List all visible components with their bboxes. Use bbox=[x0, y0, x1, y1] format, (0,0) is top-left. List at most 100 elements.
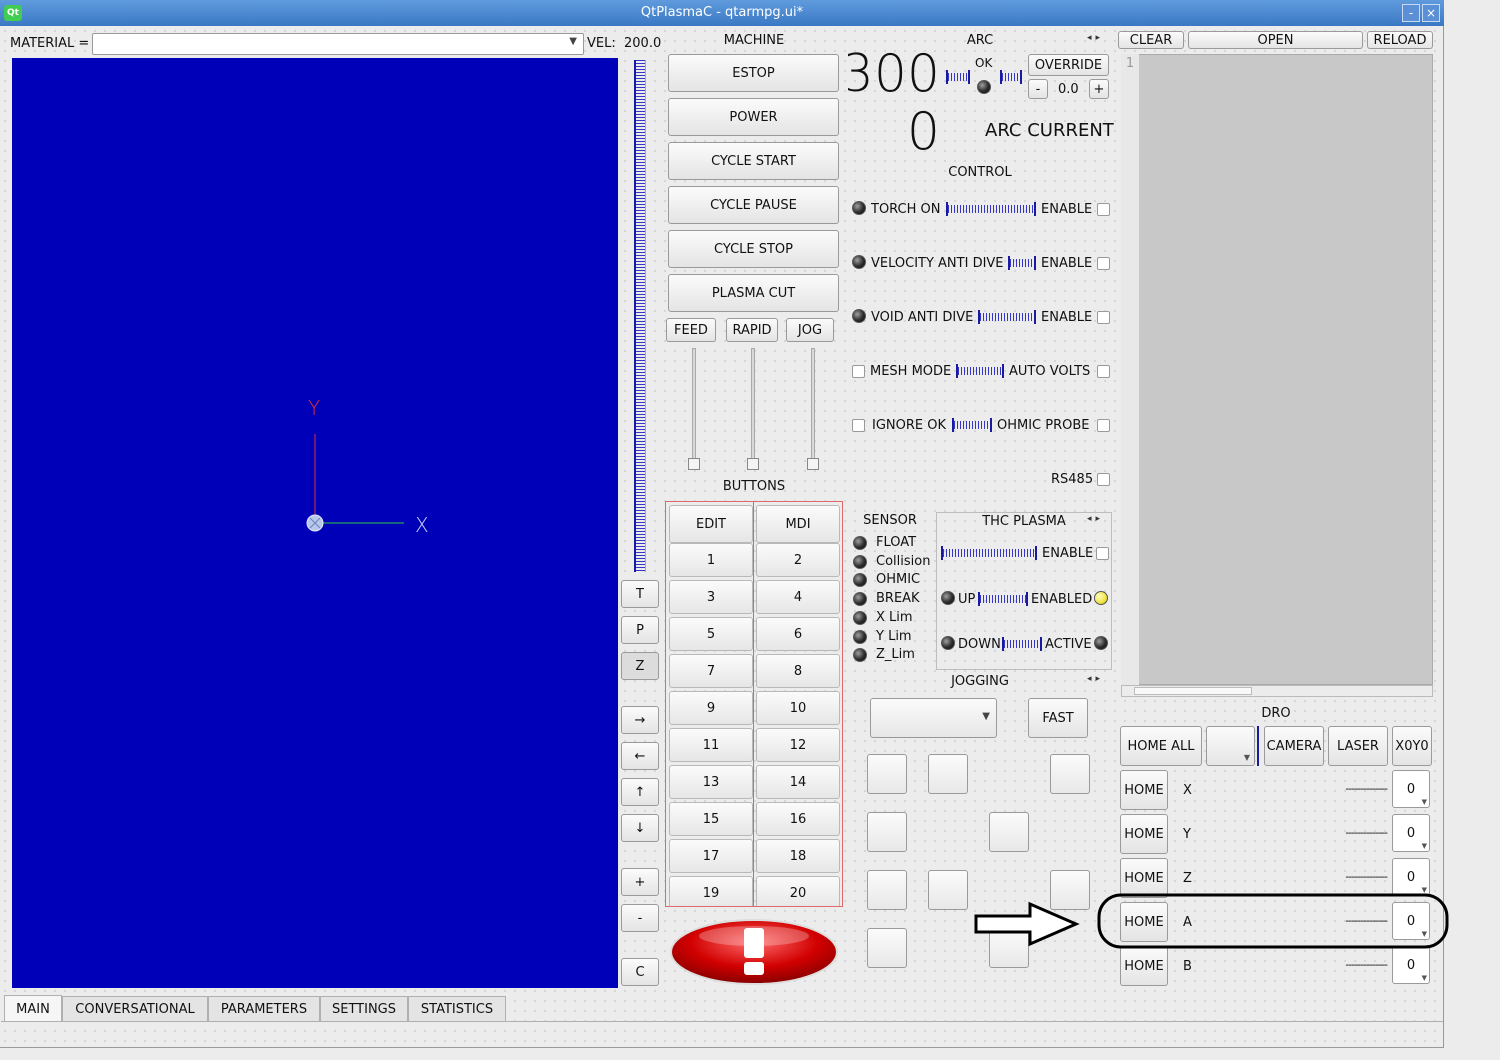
rs485-checkbox[interactable] bbox=[1097, 473, 1110, 486]
dro-offset-spinbox[interactable]: 0 ▼ bbox=[1392, 814, 1430, 852]
edit-button[interactable]: EDIT bbox=[669, 505, 753, 543]
velocity-anti-dive-enable-checkbox[interactable] bbox=[1097, 257, 1110, 270]
auto-volts-checkbox[interactable] bbox=[1097, 365, 1110, 378]
rapid-slider-handle[interactable] bbox=[747, 458, 759, 470]
side-button-p[interactable]: P bbox=[621, 616, 659, 644]
user-button-5[interactable]: 5 bbox=[669, 617, 753, 651]
jog-y-plus-button[interactable] bbox=[928, 754, 968, 794]
dro-offset-spinbox[interactable]: 0 ▼ bbox=[1392, 770, 1430, 808]
user-button-6[interactable]: 6 bbox=[756, 617, 840, 651]
reload-button[interactable]: RELOAD bbox=[1367, 31, 1433, 49]
mesh-mode-checkbox[interactable] bbox=[852, 365, 865, 378]
ohmic-probe-checkbox[interactable] bbox=[1097, 419, 1110, 432]
mdi-button[interactable]: MDI bbox=[756, 505, 840, 543]
close-button[interactable]: × bbox=[1422, 4, 1440, 22]
side-button-c[interactable]: C bbox=[621, 958, 659, 986]
home-all-button[interactable]: HOME ALL bbox=[1120, 726, 1202, 766]
user-button-9[interactable]: 9 bbox=[669, 691, 753, 725]
jog-speed-slider[interactable] bbox=[634, 60, 646, 572]
jog-y-minus-x-minus-button[interactable] bbox=[867, 870, 907, 910]
side-button-right-arrow[interactable]: → bbox=[621, 706, 659, 734]
laser-button[interactable]: LASER bbox=[1328, 726, 1388, 766]
thc-enable-checkbox[interactable] bbox=[1096, 547, 1109, 560]
user-button-15[interactable]: 15 bbox=[669, 802, 753, 836]
ignore-ok-checkbox[interactable] bbox=[852, 419, 865, 432]
cycle-stop-button[interactable]: CYCLE STOP bbox=[668, 230, 839, 268]
window-title-bar[interactable]: Qt QtPlasmaC - qtarmpg.ui* - × bbox=[0, 0, 1444, 26]
feed-slider-handle[interactable] bbox=[688, 458, 700, 470]
home-b-button[interactable]: HOME bbox=[1120, 946, 1168, 986]
torch-on-slider[interactable] bbox=[946, 202, 1036, 216]
jog-x-minus-button[interactable] bbox=[867, 812, 907, 852]
error-indicator[interactable] bbox=[669, 918, 839, 986]
side-button-minus[interactable]: - bbox=[621, 904, 659, 932]
side-button-up-arrow[interactable]: ↑ bbox=[621, 778, 659, 806]
rapid-override-button[interactable]: RAPID bbox=[726, 318, 778, 342]
mesh-mode-slider[interactable] bbox=[956, 364, 1004, 378]
rapid-slider[interactable] bbox=[751, 348, 755, 460]
estop-button[interactable]: ESTOP bbox=[668, 54, 839, 92]
tab-settings[interactable]: SETTINGS bbox=[320, 996, 408, 1021]
open-button[interactable]: OPEN bbox=[1188, 31, 1363, 49]
gcode-editor[interactable] bbox=[1121, 54, 1433, 685]
material-combo[interactable]: ▼ bbox=[92, 33, 584, 55]
arc-threshold-slider[interactable] bbox=[946, 70, 970, 84]
camera-button[interactable]: CAMERA bbox=[1264, 726, 1324, 766]
thc-up-slider[interactable] bbox=[978, 592, 1028, 606]
user-button-13[interactable]: 13 bbox=[669, 765, 753, 799]
home-x-button[interactable]: HOME bbox=[1120, 770, 1168, 810]
jog-y-plus-x-minus-button[interactable] bbox=[867, 754, 907, 794]
tab-main[interactable]: MAIN bbox=[4, 995, 62, 1022]
override-button[interactable]: OVERRIDE bbox=[1028, 54, 1109, 76]
minimize-button[interactable]: - bbox=[1402, 4, 1420, 22]
cycle-pause-button[interactable]: CYCLE PAUSE bbox=[668, 186, 839, 224]
user-button-10[interactable]: 10 bbox=[756, 691, 840, 725]
tab-parameters[interactable]: PARAMETERS bbox=[208, 996, 320, 1021]
cycle-start-button[interactable]: CYCLE START bbox=[668, 142, 839, 180]
user-button-1[interactable]: 1 bbox=[669, 543, 753, 577]
side-button-z[interactable]: Z bbox=[621, 652, 659, 680]
dro-offset-spinbox[interactable]: 0 ▼ bbox=[1392, 858, 1430, 896]
dro-offset-spinbox[interactable]: 0 ▼ bbox=[1392, 946, 1430, 984]
side-button-plus[interactable]: + bbox=[621, 868, 659, 896]
user-button-20[interactable]: 20 bbox=[756, 876, 840, 906]
power-button[interactable]: POWER bbox=[668, 98, 839, 136]
home-y-button[interactable]: HOME bbox=[1120, 814, 1168, 854]
user-button-8[interactable]: 8 bbox=[756, 654, 840, 688]
plasma-cut-button[interactable]: PLASMA CUT bbox=[668, 274, 839, 312]
user-button-18[interactable]: 18 bbox=[756, 839, 840, 873]
user-button-11[interactable]: 11 bbox=[669, 728, 753, 762]
arc-ok-slider[interactable] bbox=[1000, 70, 1022, 84]
velocity-anti-dive-slider[interactable] bbox=[1008, 256, 1036, 270]
tab-statistics[interactable]: STATISTICS bbox=[408, 996, 506, 1021]
jog-slider[interactable] bbox=[811, 348, 815, 460]
jog-a-minus-button[interactable] bbox=[867, 928, 907, 968]
feed-override-button[interactable]: FEED bbox=[666, 318, 716, 342]
void-anti-dive-slider[interactable] bbox=[978, 310, 1036, 324]
user-button-16[interactable]: 16 bbox=[756, 802, 840, 836]
user-button-7[interactable]: 7 bbox=[669, 654, 753, 688]
jog-override-button[interactable]: JOG bbox=[786, 318, 834, 342]
thc-down-slider[interactable] bbox=[1002, 637, 1042, 651]
editor-horizontal-scrollbar[interactable] bbox=[1121, 685, 1433, 697]
jog-increment-combo[interactable]: ▼ bbox=[870, 698, 997, 738]
gcode-preview[interactable]: Y X bbox=[12, 58, 618, 988]
tab-conversational[interactable]: CONVERSATIONAL bbox=[62, 996, 208, 1021]
override-plus-button[interactable]: + bbox=[1089, 79, 1109, 99]
user-button-3[interactable]: 3 bbox=[669, 580, 753, 614]
thc-enable-slider[interactable] bbox=[941, 546, 1037, 560]
clear-button[interactable]: CLEAR bbox=[1118, 31, 1184, 49]
thc-scroll-arrows-icon[interactable]: ◂▸ bbox=[1087, 514, 1104, 524]
ignore-ok-slider[interactable] bbox=[952, 418, 992, 432]
feed-slider[interactable] bbox=[692, 348, 696, 460]
arc-scroll-arrows-icon[interactable]: ◂▸ bbox=[1087, 33, 1104, 43]
jog-y-minus-button[interactable] bbox=[928, 870, 968, 910]
jog-x-plus-button[interactable] bbox=[989, 812, 1029, 852]
user-button-4[interactable]: 4 bbox=[756, 580, 840, 614]
jogging-scroll-arrows-icon[interactable]: ◂▸ bbox=[1087, 674, 1104, 684]
void-anti-dive-enable-checkbox[interactable] bbox=[1097, 311, 1110, 324]
user-button-17[interactable]: 17 bbox=[669, 839, 753, 873]
x0y0-button[interactable]: X0Y0 bbox=[1392, 726, 1432, 766]
side-button-left-arrow[interactable]: ← bbox=[621, 742, 659, 770]
jog-slider-handle[interactable] bbox=[807, 458, 819, 470]
